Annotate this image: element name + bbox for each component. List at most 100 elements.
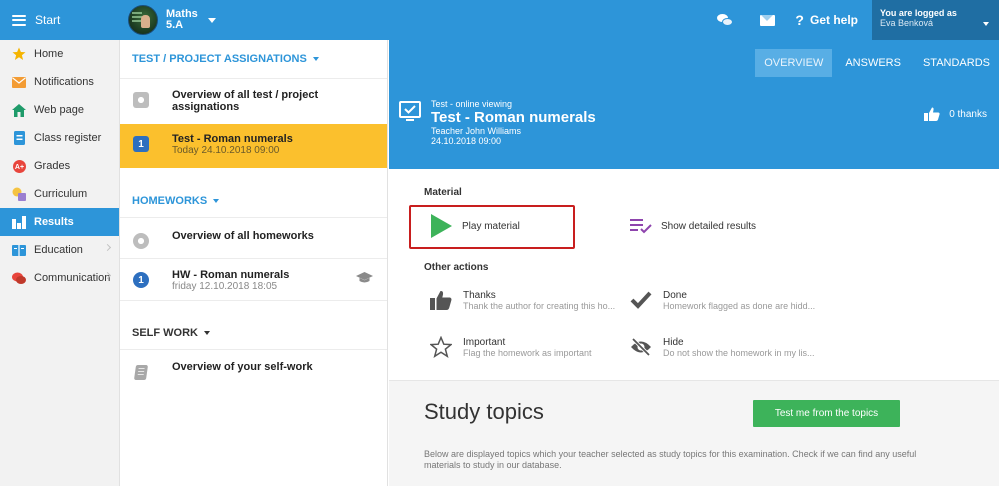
thumbs-up-icon xyxy=(924,107,940,121)
chevron-right-icon xyxy=(103,243,112,252)
section-title: TEST / PROJECT ASSIGNATIONS xyxy=(132,53,307,65)
actions-area: Material Play material Show detailed res… xyxy=(389,169,999,380)
list-item-self-work[interactable]: Overview of your self-work xyxy=(120,350,387,390)
list-item-title: HW - Roman numerals xyxy=(172,269,290,281)
sidebar-item-label: Grades xyxy=(34,160,71,172)
grades-icon: A+ xyxy=(12,159,26,173)
get-help-button[interactable]: ? Get help xyxy=(795,12,858,28)
star-outline-icon xyxy=(429,335,453,359)
test-mode-label: Test - online viewing xyxy=(431,99,513,109)
study-topics-title: Study topics xyxy=(424,399,544,424)
sidebar-item-grades[interactable]: A+ Grades xyxy=(0,152,119,180)
sidebar-item-label: Home xyxy=(34,48,64,60)
chat-bubbles-icon xyxy=(717,14,734,26)
sidebar-item-education[interactable]: Education xyxy=(0,236,119,264)
tab-answers[interactable]: ANSWERS xyxy=(836,49,910,77)
question-mark-icon: ? xyxy=(795,12,804,28)
envelope-icon xyxy=(759,14,775,26)
hide-action-desc: Do not show the homework in my lis... xyxy=(663,347,815,358)
sidebar-item-class-register[interactable]: Class register xyxy=(0,124,119,152)
graduation-cap-icon xyxy=(356,271,373,289)
sidebar-item-web-page[interactable]: Web page xyxy=(0,96,119,124)
sidebar-item-communication[interactable]: Communication xyxy=(0,264,119,292)
study-topics-description: Below are displayed topics which your te… xyxy=(424,449,917,470)
notebook-icon xyxy=(133,364,149,380)
start-label: Start xyxy=(35,13,61,27)
sidebar-item-label: Class register xyxy=(34,132,102,144)
list-check-icon xyxy=(629,214,653,238)
play-icon xyxy=(429,214,453,238)
tab-overview[interactable]: OVERVIEW xyxy=(755,49,833,77)
important-action[interactable]: Important Flag the homework as important xyxy=(429,335,592,359)
important-action-desc: Flag the homework as important xyxy=(463,347,592,358)
material-label: Material xyxy=(424,187,462,198)
list-item-title: Test - Roman numerals xyxy=(172,133,293,145)
teacher-name: Teacher John Williams xyxy=(431,126,522,136)
list-item-hw-roman-numerals[interactable]: 1 HW - Roman numerals friday 12.10.2018 … xyxy=(120,258,387,300)
play-material-button[interactable]: Play material xyxy=(429,214,520,238)
assignments-panel: TEST / PROJECT ASSIGNATIONS Overview of … xyxy=(120,40,388,486)
homeworks-section-header[interactable]: HOMEWORKS xyxy=(120,184,387,218)
svg-text:A+: A+ xyxy=(14,164,23,171)
register-icon xyxy=(12,131,26,145)
done-action[interactable]: Done Homework flagged as done are hidd..… xyxy=(629,288,815,312)
tab-standards[interactable]: STANDARDS xyxy=(914,49,999,77)
sidebar: Home Notifications Web page Class regist… xyxy=(0,40,120,486)
list-item-title: Overview of all test / project assignati… xyxy=(172,89,319,113)
class-selector[interactable]: Maths 5.A xyxy=(128,3,216,37)
star-icon xyxy=(12,47,26,61)
list-item-date: Today 24.10.2018 09:00 xyxy=(172,145,280,156)
list-item-test-roman-numerals[interactable]: 1 Test - Roman numerals Today 24.10.2018… xyxy=(120,124,387,168)
chat-icon xyxy=(12,271,26,285)
get-help-label: Get help xyxy=(809,13,858,27)
detail-panel: OVERVIEW ANSWERS STANDARDS Test - online… xyxy=(389,40,999,486)
hamburger-icon xyxy=(12,14,26,26)
test-date: 24.10.2018 09:00 xyxy=(431,136,502,146)
play-material-label: Play material xyxy=(462,220,520,232)
self-work-section-header[interactable]: SELF WORK xyxy=(120,316,387,350)
sidebar-item-label: Results xyxy=(34,216,74,228)
sidebar-item-results[interactable]: Results xyxy=(0,208,119,236)
list-item-title: Overview of all homeworks xyxy=(172,230,314,242)
sidebar-item-notifications[interactable]: Notifications xyxy=(0,68,119,96)
sidebar-item-label: Communication xyxy=(34,272,111,284)
assignations-section-header[interactable]: TEST / PROJECT ASSIGNATIONS xyxy=(120,40,387,78)
sidebar-item-label: Web page xyxy=(34,104,84,116)
thanks-counter[interactable]: 0 thanks xyxy=(924,107,987,121)
list-item-date: friday 12.10.2018 18:05 xyxy=(172,281,278,292)
test-title: Test - Roman numerals xyxy=(431,109,596,126)
hide-action[interactable]: Hide Do not show the homework in my lis.… xyxy=(629,335,815,359)
sidebar-item-label: Education xyxy=(34,244,83,256)
caret-down-icon xyxy=(983,22,989,26)
thanks-action-desc: Thank the author for creating this ho... xyxy=(463,300,616,311)
checkmark-icon xyxy=(629,288,653,312)
list-item-overview-homeworks[interactable]: Overview of all homeworks xyxy=(120,218,387,258)
monitor-check-icon xyxy=(399,101,421,123)
important-action-title: Important xyxy=(463,336,506,348)
caret-down-icon xyxy=(207,17,216,23)
caret-down-icon xyxy=(312,57,319,61)
show-detailed-results-label: Show detailed results xyxy=(661,220,757,232)
user-name: Eva Benková xyxy=(880,18,934,28)
done-action-title: Done xyxy=(663,289,687,301)
study-topics-section: Study topics Test me from the topics Bel… xyxy=(389,380,999,486)
start-menu-button[interactable]: Start xyxy=(0,0,120,40)
caret-down-icon xyxy=(213,198,220,203)
thanks-action[interactable]: Thanks Thank the author for creating thi… xyxy=(429,288,615,312)
section-title: SELF WORK xyxy=(132,326,198,339)
user-menu[interactable]: You are logged as Eva Benková xyxy=(872,0,999,40)
sidebar-item-curriculum[interactable]: Curriculum xyxy=(0,180,119,208)
house-icon xyxy=(12,103,26,117)
messages-button[interactable] xyxy=(711,0,739,40)
count-badge: 1 xyxy=(133,272,149,288)
list-item-overview-tests[interactable]: Overview of all test / project assignati… xyxy=(120,78,387,124)
test-me-button[interactable]: Test me from the topics xyxy=(753,400,900,427)
mail-button[interactable] xyxy=(753,0,781,40)
gear-icon xyxy=(133,92,149,108)
sidebar-item-home[interactable]: Home xyxy=(0,40,119,68)
show-detailed-results-button[interactable]: Show detailed results xyxy=(629,214,756,238)
tab-bar: OVERVIEW ANSWERS STANDARDS xyxy=(751,49,999,77)
done-action-desc: Homework flagged as done are hidd... xyxy=(663,300,816,311)
top-bar: Start Maths 5.A ? Get help You are logge… xyxy=(0,0,999,40)
thumbs-up-icon xyxy=(429,288,453,312)
